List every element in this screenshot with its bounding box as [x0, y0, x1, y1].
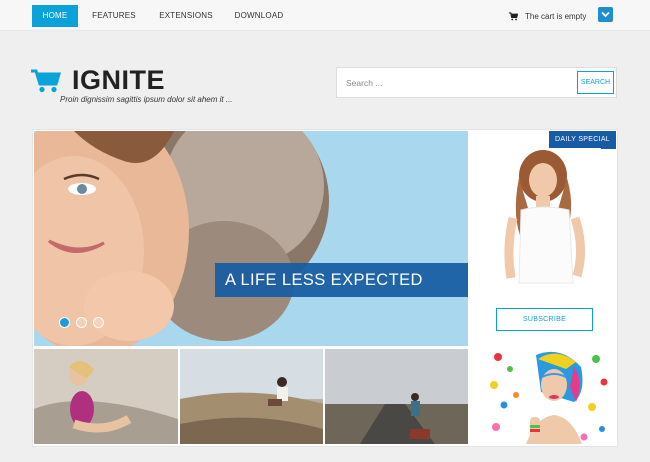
nav-item-download[interactable]: DOWNLOAD [232, 5, 286, 27]
product-photo [491, 148, 601, 294]
slider-dot-2[interactable] [76, 317, 87, 328]
cart-status-text: The cart is empty [525, 11, 587, 21]
slider-dot-3[interactable] [93, 317, 104, 328]
promo-photo [486, 347, 610, 444]
nav-item-features[interactable]: FEATURES [88, 5, 140, 27]
daily-special-badge: DAILY SPECIAL [549, 131, 616, 149]
cart-icon [509, 11, 518, 20]
site-tagline: Proin dignissim sagittis ipsum dolor sit… [60, 95, 233, 104]
shopping-cart-icon [31, 69, 61, 93]
cart-dropdown-toggle[interactable] [598, 7, 613, 22]
thumbnail-photo [325, 349, 468, 444]
nav-item-extensions[interactable]: EXTENSIONS [156, 5, 216, 27]
thumbnail-photo [34, 349, 178, 444]
slider-dot-1[interactable] [59, 317, 70, 328]
promo-image[interactable] [486, 347, 610, 444]
thumbnail-image-1[interactable] [34, 349, 178, 444]
nav-item-home[interactable]: HOME [32, 5, 78, 27]
slide-caption: A LIFE LESS EXPECTED [215, 263, 468, 297]
site-title[interactable]: IGNITE [72, 64, 165, 96]
top-navigation-bar: HOME FEATURES EXTENSIONS DOWNLOAD The ca… [0, 0, 650, 31]
chevron-down-icon [601, 11, 610, 18]
daily-special-image[interactable] [491, 148, 601, 294]
hero-slider[interactable]: A LIFE LESS EXPECTED [34, 131, 468, 346]
thumbnail-photo [180, 349, 323, 444]
subscribe-button[interactable]: SUBSCRIBE [496, 308, 593, 331]
thumbnail-image-3[interactable] [325, 349, 468, 444]
slide-image [34, 131, 468, 346]
cart-status[interactable]: The cart is empty [509, 9, 586, 23]
search-input[interactable] [346, 74, 566, 92]
thumbnail-image-2[interactable] [180, 349, 323, 444]
search-form: SEARCH [336, 67, 617, 98]
search-button[interactable]: SEARCH [577, 71, 614, 94]
